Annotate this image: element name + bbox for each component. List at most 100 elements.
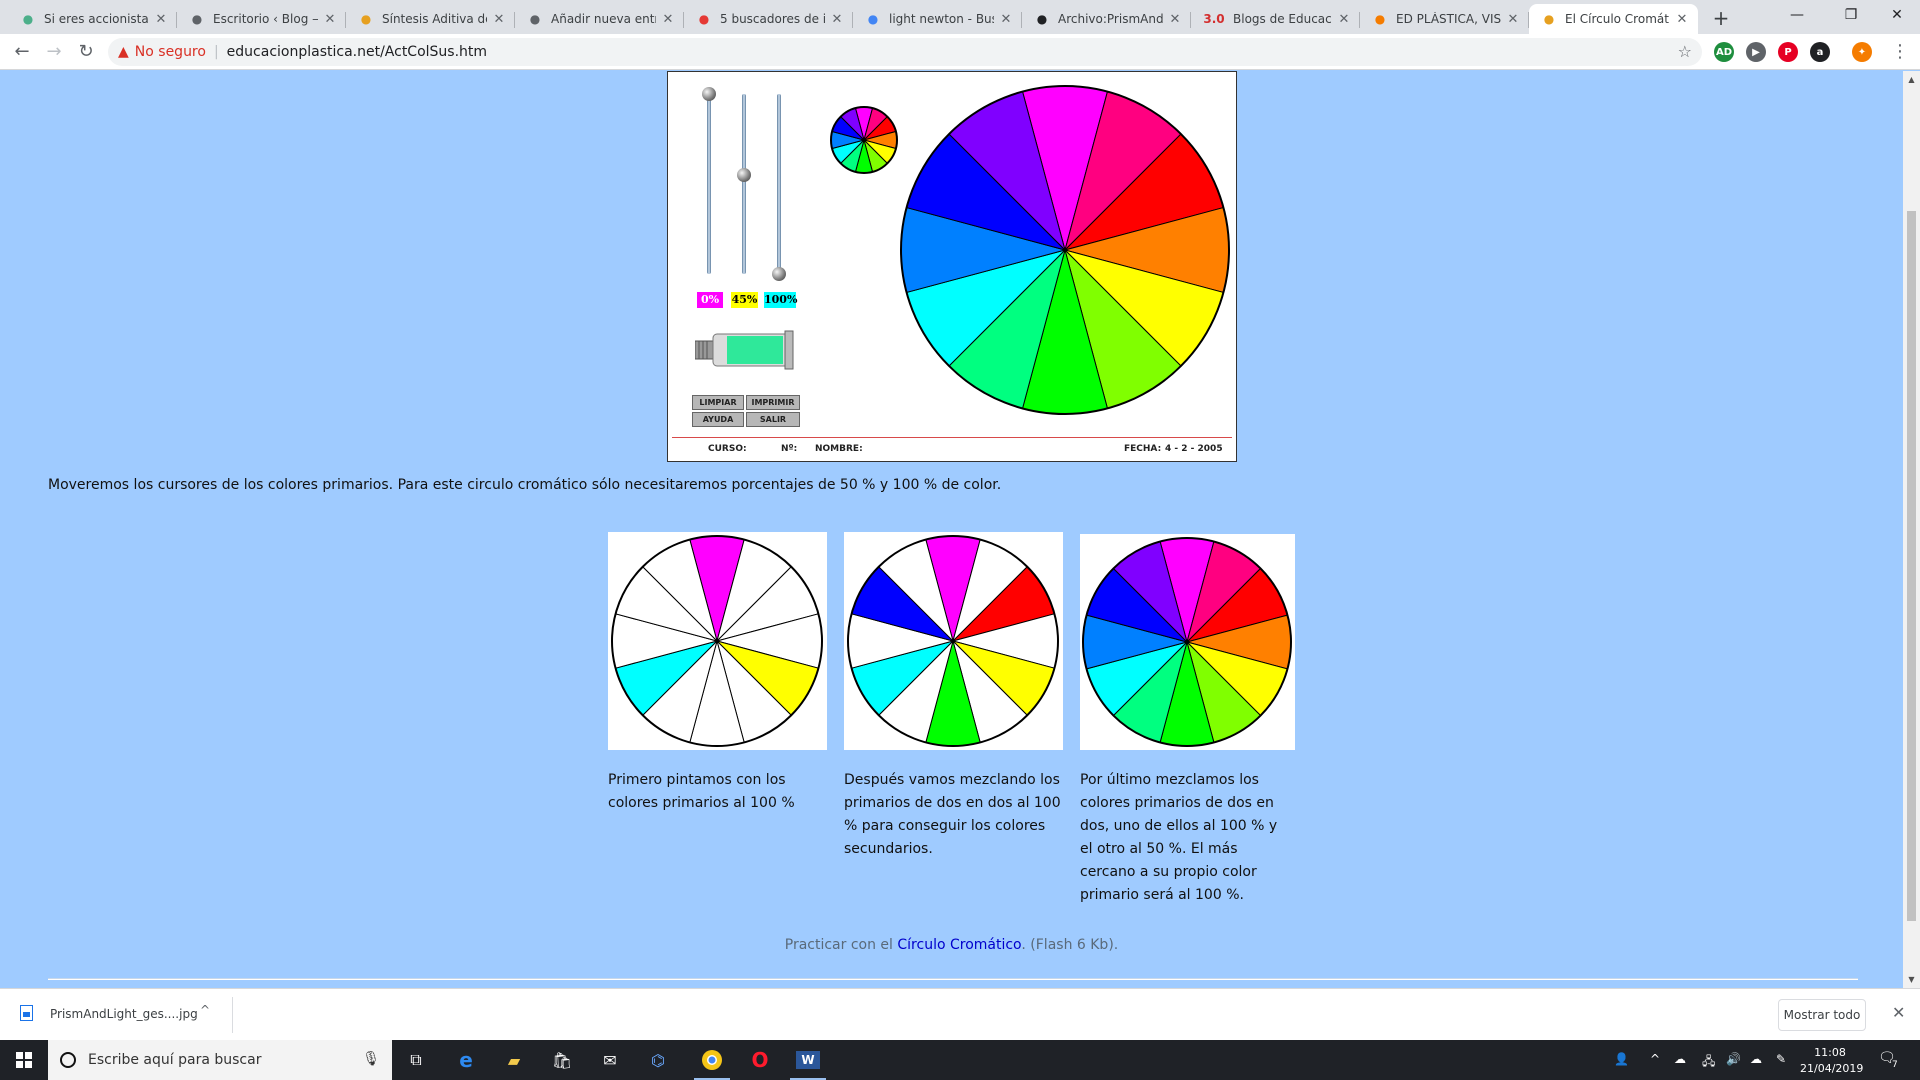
tab-title: 5 buscadores de imá	[720, 12, 825, 26]
tab-close-icon[interactable]: ✕	[491, 12, 507, 27]
clear-button[interactable]: LIMPIAR	[692, 395, 744, 410]
scroll-up-arrow-icon[interactable]: ▲	[1903, 71, 1920, 88]
flash-color-wheel-app[interactable]: 0% 45% 100% LIMPIAR IMPRIMIR AYUDA SALIR…	[667, 71, 1237, 462]
tab-close-icon[interactable]: ✕	[1167, 12, 1183, 27]
people-icon[interactable]: 👤	[1614, 1052, 1629, 1066]
magenta-slider-track[interactable]	[707, 94, 711, 274]
fox-extension-icon[interactable]: ✦	[1852, 42, 1872, 62]
restore-button[interactable]: ❐	[1828, 0, 1874, 30]
cyan-slider-knob[interactable]	[772, 267, 786, 281]
close-download-bar-icon[interactable]: ✕	[1892, 1003, 1905, 1022]
tab-close-icon[interactable]: ✕	[660, 12, 676, 27]
wheel-step-2	[844, 532, 1063, 750]
tab-title: Síntesis Aditiva del	[382, 12, 487, 26]
cyan-percentage: 100%	[764, 292, 798, 308]
educacion-icon: ●	[1543, 12, 1555, 26]
browser-tab[interactable]: ● Añadir nueva entrad ✕	[515, 4, 684, 34]
yellow-slider-track[interactable]	[742, 94, 746, 274]
ad-extension-icon[interactable]: AD	[1714, 42, 1734, 62]
tab-close-icon[interactable]: ✕	[998, 12, 1014, 27]
google-icon: ●	[867, 12, 879, 26]
download-options-chevron-icon[interactable]: ^	[200, 1003, 210, 1017]
amazon-extension-icon[interactable]: a	[1810, 42, 1830, 62]
download-bar: PrismAndLight_ges....jpg ^ Mostrar todo …	[0, 988, 1920, 1040]
microphone-icon[interactable]: 🎙	[362, 1051, 380, 1067]
warning-icon: ▲	[118, 44, 129, 60]
exit-button[interactable]: SALIR	[746, 412, 800, 427]
file-explorer-icon[interactable]: ▰	[490, 1040, 538, 1080]
browser-tab[interactable]: ● Archivo:PrismAndLig ✕	[1022, 4, 1191, 34]
edge-browser-icon[interactable]: e	[442, 1040, 490, 1080]
cloud-sync-icon[interactable]: ☁	[1674, 1052, 1686, 1066]
tab-close-icon[interactable]: ✕	[1505, 12, 1521, 27]
practice-prefix: Practicar con el	[784, 937, 898, 953]
reload-button[interactable]: ↻	[72, 38, 100, 66]
chrome-logo-icon	[702, 1050, 722, 1070]
network-app-icon[interactable]: ⌬	[634, 1040, 682, 1080]
scroll-down-arrow-icon[interactable]: ▼	[1903, 971, 1920, 988]
tab-close-icon[interactable]: ✕	[1674, 12, 1690, 27]
main-color-wheel[interactable]	[898, 80, 1232, 420]
system-clock[interactable]: 11:08 21/04/2019	[1800, 1045, 1863, 1077]
volume-icon[interactable]: 🔊	[1726, 1052, 1741, 1066]
help-button[interactable]: AYUDA	[692, 412, 744, 427]
pinterest-extension-icon[interactable]: P	[1778, 42, 1798, 62]
scrollbar-thumb[interactable]	[1907, 211, 1916, 921]
start-button[interactable]	[0, 1040, 48, 1080]
chrome-taskbar-icon[interactable]	[688, 1040, 736, 1080]
close-window-button[interactable]: ✕	[1874, 0, 1920, 30]
tab-close-icon[interactable]: ✕	[829, 12, 845, 27]
browser-tab[interactable]: 3.0 Blogs de Educación ✕	[1191, 4, 1360, 34]
forward-button[interactable]: →	[40, 38, 68, 66]
browser-tab[interactable]: ● light newton - Busca ✕	[853, 4, 1022, 34]
url-text[interactable]: educacionplastica.net/ActColSus.htm	[227, 44, 487, 60]
cyan-slider-track[interactable]	[777, 94, 781, 274]
minimize-button[interactable]: —	[1774, 0, 1820, 30]
word-taskbar-icon[interactable]: W	[784, 1040, 832, 1080]
tab-title: Archivo:PrismAndLig	[1058, 12, 1163, 26]
wheel-step-3	[1080, 534, 1295, 750]
magenta-slider-knob[interactable]	[702, 87, 716, 101]
back-button[interactable]: ←	[8, 38, 36, 66]
download-separator	[232, 997, 233, 1033]
educacion-icon: ●	[360, 12, 372, 26]
show-all-button[interactable]: Mostrar todo	[1778, 999, 1866, 1031]
practice-link[interactable]: Círculo Cromático	[897, 937, 1021, 953]
tab-title: El Círculo Cromático	[1565, 12, 1670, 26]
tab-close-icon[interactable]: ✕	[322, 12, 338, 27]
browser-menu-button[interactable]: ⋮	[1886, 38, 1914, 66]
task-view-icon[interactable]: ⧉	[392, 1040, 440, 1080]
address-bar[interactable]: ▲ No seguro | educacionplastica.net/ActC…	[108, 38, 1702, 66]
mail-icon[interactable]: ✉	[586, 1040, 634, 1080]
windows-taskbar: Escribe aquí para buscar 🎙 ⧉ e ▰ 🛍 ✉ ⌬ O…	[0, 1040, 1920, 1080]
name-label: NOMBRE:	[815, 444, 863, 454]
notification-count: 7	[1892, 1060, 1898, 1070]
camera-extension-icon[interactable]: ▶	[1746, 42, 1766, 62]
bookmark-star-icon[interactable]: ☆	[1678, 42, 1692, 61]
tab-close-icon[interactable]: ✕	[1336, 12, 1352, 27]
pen-icon[interactable]: ✎	[1776, 1052, 1786, 1066]
download-filename[interactable]: PrismAndLight_ges....jpg	[50, 1007, 198, 1021]
browser-tab[interactable]: ● Escritorio ‹ Blog — " ✕	[177, 4, 346, 34]
yellow-slider-knob[interactable]	[737, 168, 751, 182]
show-hidden-icons-chevron-icon[interactable]: ^	[1650, 1052, 1660, 1066]
page-scrollbar[interactable]: ▲ ▼	[1903, 71, 1920, 988]
browser-tab[interactable]: ● ED PLÁSTICA, VISUA ✕	[1360, 4, 1529, 34]
security-label[interactable]: No seguro	[135, 44, 206, 60]
browser-tab[interactable]: ● 5 buscadores de imá ✕	[684, 4, 853, 34]
store-icon[interactable]: 🛍	[538, 1040, 586, 1080]
network-icon[interactable]: 🖧	[1702, 1052, 1715, 1073]
browser-tab[interactable]: ● El Círculo Cromático ✕	[1529, 4, 1698, 34]
print-button[interactable]: IMPRIMIR	[746, 395, 800, 410]
tab-close-icon[interactable]: ✕	[153, 12, 169, 27]
onedrive-icon[interactable]: ☁	[1750, 1052, 1762, 1066]
intro-paragraph: Moveremos los cursores de los colores pr…	[48, 477, 1002, 493]
course-label: CURSO:	[708, 444, 747, 454]
taskbar-search-box[interactable]: Escribe aquí para buscar 🎙	[48, 1040, 392, 1080]
practice-line: Practicar con el Círculo Cromático. (Fla…	[0, 937, 1903, 953]
opera-icon[interactable]: O	[736, 1040, 784, 1080]
wikipedia-icon: ●	[1036, 12, 1048, 26]
browser-tab[interactable]: ● Síntesis Aditiva del ✕	[346, 4, 515, 34]
browser-tab[interactable]: ● Si eres accionista de ✕	[8, 4, 177, 34]
new-tab-button[interactable]: +	[1708, 6, 1734, 32]
